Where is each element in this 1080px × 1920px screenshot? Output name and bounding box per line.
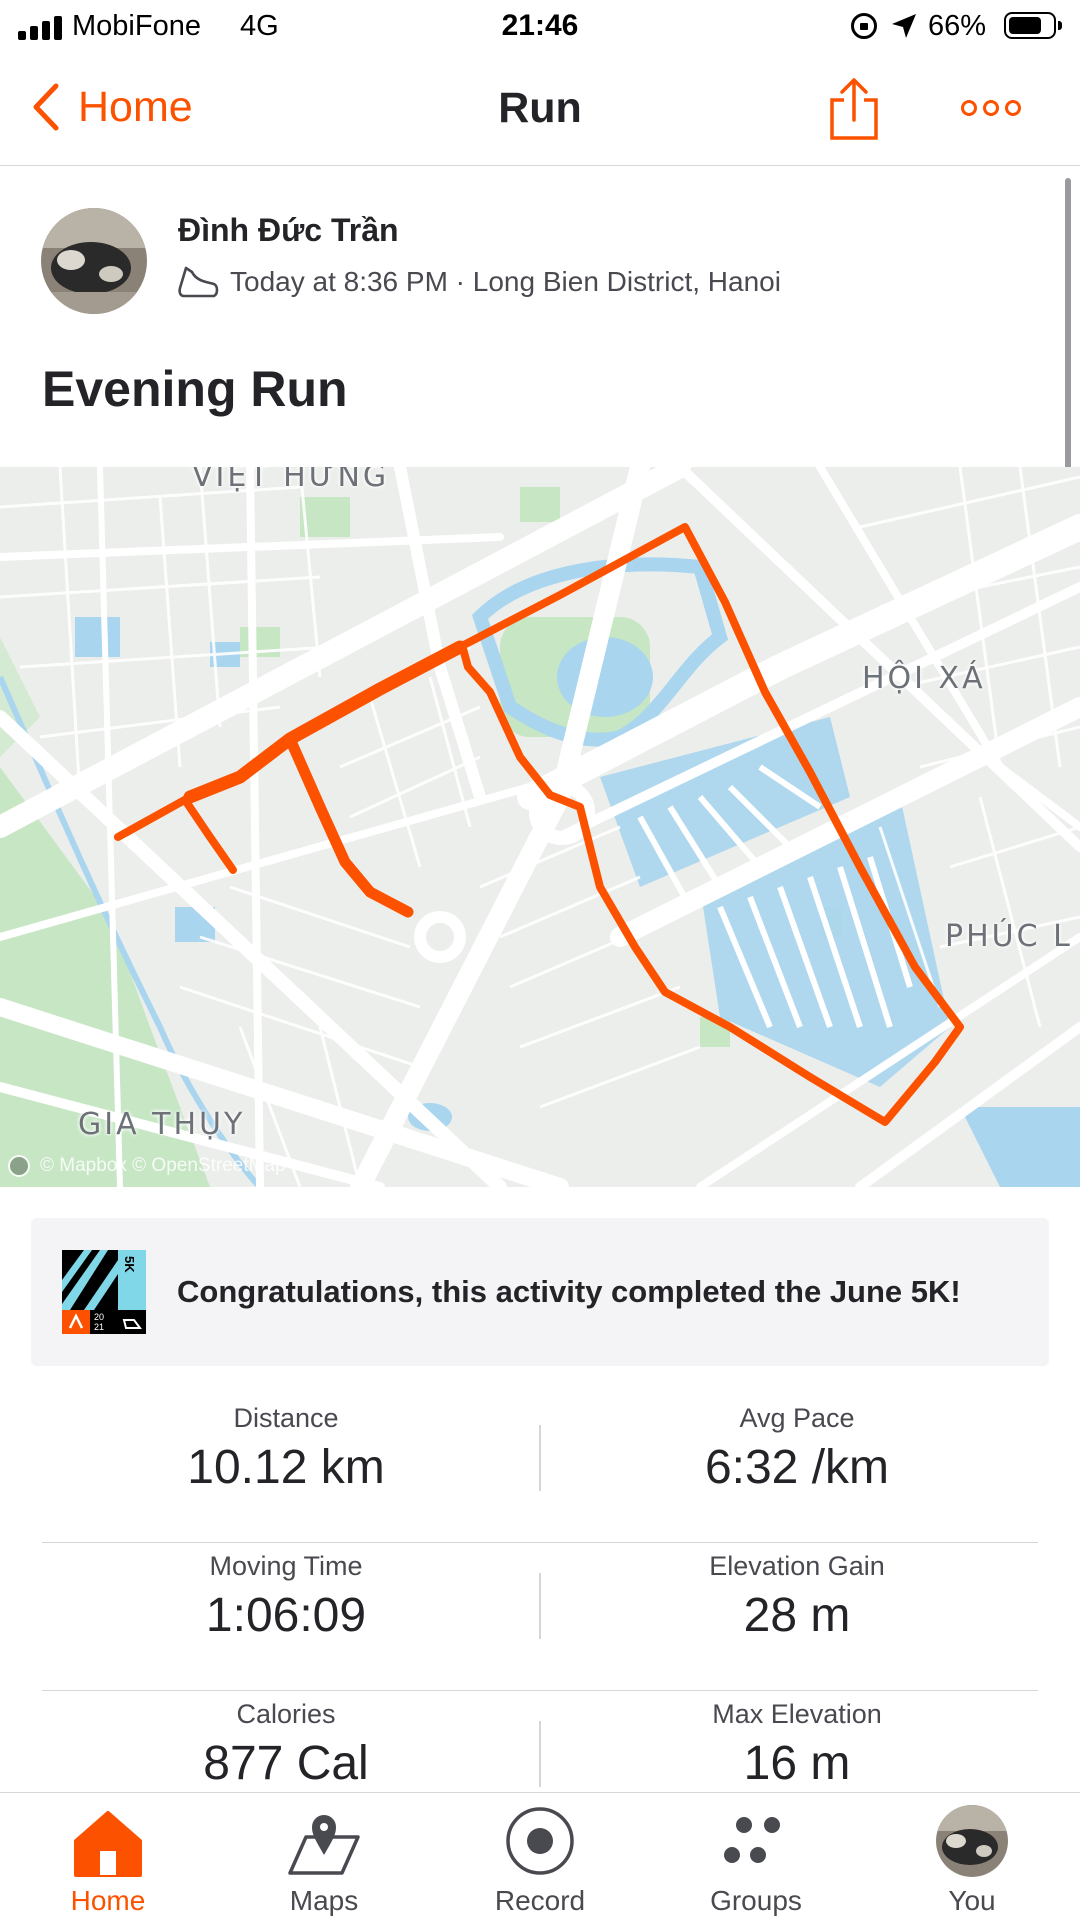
stat-label: Calories — [236, 1699, 336, 1729]
stats-grid: Distance 10.12 km Avg Pace 6:32 /km Movi… — [42, 1395, 1038, 1839]
stat-value: 28 m — [743, 1589, 851, 1642]
stat-label: Max Elevation — [712, 1699, 882, 1729]
record-icon — [506, 1807, 574, 1875]
tab-label: Record — [494, 1885, 586, 1916]
rotation-lock-icon — [851, 13, 877, 39]
activity-title: Evening Run — [42, 361, 348, 417]
profile-avatar-icon — [936, 1805, 1008, 1877]
tab-maps[interactable]: Maps — [216, 1793, 432, 1920]
stat-value: 1:06:09 — [205, 1589, 367, 1642]
stat-divider — [539, 1721, 541, 1787]
stats-row: Distance 10.12 km Avg Pace 6:32 /km — [42, 1395, 1038, 1543]
shoe-icon — [178, 266, 219, 298]
tab-record[interactable]: Record — [432, 1793, 648, 1920]
share-icon[interactable] — [826, 76, 882, 142]
tab-groups[interactable]: Groups — [648, 1793, 864, 1920]
athlete-avatar[interactable] — [41, 208, 147, 314]
map-label-gia-thuy: GIA THỤY — [78, 1107, 246, 1142]
tab-label: You — [948, 1885, 996, 1916]
athlete-name[interactable]: Đình Đức Trần — [178, 212, 399, 249]
challenge-banner[interactable]: 5K 20 21 Congratulations, this activity … — [31, 1218, 1049, 1366]
stat-moving-time: Moving Time 1:06:09 — [42, 1543, 530, 1643]
stat-label: Distance — [233, 1403, 339, 1433]
groups-icon — [724, 1817, 780, 1863]
challenge-text: Congratulations, this activity completed… — [177, 1274, 961, 1309]
stat-divider — [539, 1425, 541, 1491]
stat-value: 10.12 km — [187, 1441, 385, 1494]
stat-max-elevation: Max Elevation 16 m — [552, 1691, 1042, 1791]
mapbox-logo-icon — [8, 1155, 30, 1177]
activity-meta: Today at 8:36 PM · Long Bien District, H… — [176, 264, 781, 300]
stat-value: 6:32 /km — [704, 1441, 890, 1494]
status-time: 21:46 — [501, 9, 579, 42]
stat-label: Elevation Gain — [709, 1551, 885, 1581]
badge-text: 5K — [122, 1256, 137, 1273]
home-icon — [74, 1811, 142, 1877]
battery-percent: 66% — [928, 10, 987, 42]
stat-label: Moving Time — [209, 1551, 363, 1581]
route-map[interactable]: VIỆT HƯNG HỘI XÁ PHÚC L GIA THỤY © Mapbo… — [0, 467, 1080, 1187]
map-label-hoi-xa: HỘI XÁ — [862, 661, 986, 696]
more-icon[interactable] — [960, 96, 1022, 120]
stat-distance: Distance 10.12 km — [42, 1395, 530, 1495]
stat-calories: Calories 877 Cal — [42, 1691, 530, 1791]
badge-year: 20 21 — [94, 1312, 105, 1332]
run-route-spur — [181, 796, 237, 874]
map-label-phuc-loi: PHÚC L — [945, 919, 1073, 954]
navigation-bar: Home Run — [0, 54, 1080, 166]
tab-you[interactable]: You — [864, 1793, 1080, 1920]
challenge-badge-icon: 5K 20 21 — [62, 1250, 146, 1334]
stat-divider — [539, 1573, 541, 1639]
status-bar: MobiFone 4G 21:46 66% — [0, 0, 1080, 54]
pond — [960, 1107, 1080, 1187]
pond — [75, 617, 120, 657]
tab-label: Home — [70, 1885, 146, 1916]
map-label-viet-hung: VIỆT HƯNG — [192, 467, 390, 494]
tab-home[interactable]: Home — [0, 1793, 216, 1920]
stat-label: Avg Pace — [739, 1403, 855, 1433]
tab-label: Groups — [710, 1885, 802, 1916]
location-arrow-icon — [892, 14, 916, 38]
stats-row: Moving Time 1:06:09 Elevation Gain 28 m — [42, 1543, 1038, 1691]
park-area — [520, 487, 560, 522]
maps-icon — [288, 1815, 360, 1875]
stat-elevation-gain: Elevation Gain 28 m — [552, 1543, 1042, 1643]
tab-label: Maps — [289, 1885, 359, 1916]
stat-avg-pace: Avg Pace 6:32 /km — [552, 1395, 1042, 1495]
map-attribution-text: © Mapbox © OpenStreetMap — [40, 1155, 286, 1176]
tab-bar: Home Maps Record Groups You — [0, 1792, 1080, 1920]
activity-meta-text: Today at 8:36 PM · Long Bien District, H… — [230, 266, 781, 297]
run-route-overlap — [183, 640, 467, 804]
stat-value: 877 Cal — [203, 1737, 369, 1790]
roundabout — [414, 911, 466, 963]
map-attribution[interactable]: © Mapbox © OpenStreetMap — [8, 1155, 286, 1177]
map-canvas — [0, 467, 1080, 1187]
page-title: Run — [498, 84, 582, 132]
battery-icon — [1004, 12, 1062, 39]
stat-value: 16 m — [743, 1737, 851, 1790]
